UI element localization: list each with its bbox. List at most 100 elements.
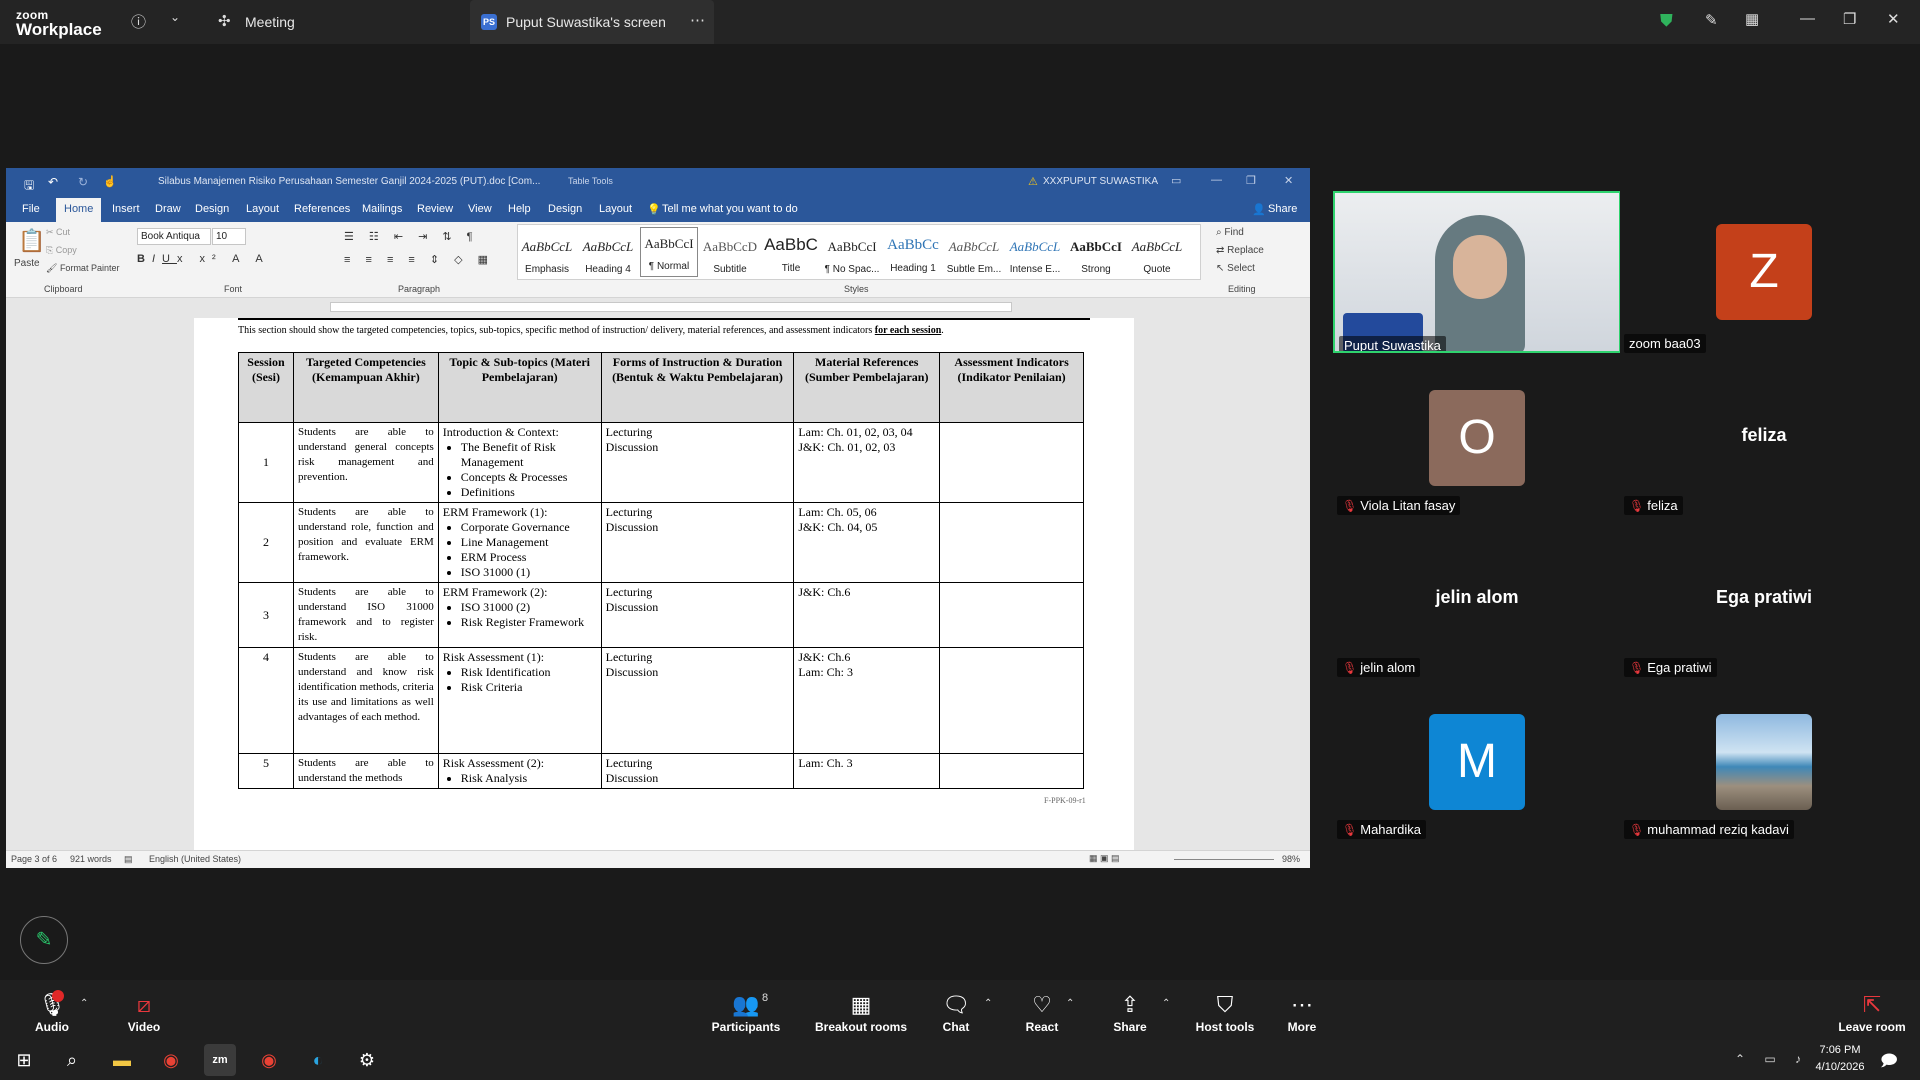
leave-room-button[interactable]: ⇱ Leave room bbox=[1836, 980, 1908, 1040]
ribbon-display-icon[interactable]: ▭ bbox=[1171, 174, 1181, 187]
chrome-icon[interactable]: ◉ bbox=[155, 1044, 187, 1076]
list-icons[interactable]: ☰ ☷ ⇤ ⇥ ⇅ ¶ bbox=[344, 230, 479, 243]
save-icon[interactable]: 🖫 bbox=[24, 176, 34, 197]
tab-view[interactable]: View bbox=[468, 203, 492, 215]
cut-button[interactable]: ✂ Cut bbox=[46, 227, 70, 238]
word-restore-icon[interactable]: ❐ bbox=[1246, 174, 1256, 187]
style-heading-1[interactable]: AaBbCc Heading 1 bbox=[884, 231, 942, 281]
style-subtitle[interactable]: AaBbCcD Subtitle bbox=[701, 231, 759, 281]
tab-mailings[interactable]: Mailings bbox=[362, 203, 402, 215]
chevron-down-icon[interactable]: ⌄ bbox=[170, 10, 180, 24]
replace-button[interactable]: ⇄ Replace bbox=[1216, 245, 1264, 256]
meeting-tab[interactable]: Meeting bbox=[245, 14, 295, 30]
style-intense-emphasis[interactable]: AaBbCcL Intense E... bbox=[1006, 231, 1064, 281]
chat-button[interactable]: 🗨 Chat bbox=[938, 980, 974, 1040]
word-close-icon[interactable]: ✕ bbox=[1284, 174, 1293, 187]
tab-table-design[interactable]: Design bbox=[548, 203, 582, 215]
participant-tile-reziq[interactable]: 🎙 muhammad reziq kadavi bbox=[1620, 677, 1908, 839]
participant-tile-viola[interactable]: O 🎙 Viola Litan fasay bbox=[1333, 353, 1621, 515]
participant-tile-feliza[interactable]: feliza 🎙 feliza bbox=[1620, 353, 1908, 515]
tell-me-box[interactable]: Tell me what you want to do bbox=[662, 203, 798, 215]
style-normal[interactable]: AaBbCcI ¶ Normal bbox=[640, 227, 698, 277]
view-layout-icon[interactable]: ▦ bbox=[1745, 10, 1759, 28]
edge-icon[interactable]: ◐ bbox=[302, 1044, 334, 1076]
audio-button[interactable]: 🎙 Audio bbox=[24, 980, 80, 1040]
tab-insert[interactable]: Insert bbox=[112, 203, 140, 215]
font-size-box[interactable]: 10 bbox=[212, 228, 246, 245]
host-tools-button[interactable]: ⛉ Host tools bbox=[1190, 980, 1260, 1040]
touch-mode-icon[interactable]: ☝ bbox=[103, 175, 117, 188]
style-quote[interactable]: AaBbCcL Quote bbox=[1128, 231, 1186, 281]
clock-date[interactable]: 4/10/2026 bbox=[1803, 1061, 1877, 1073]
word-share-button[interactable]: Share bbox=[1268, 203, 1297, 215]
redo-icon[interactable]: ↻ bbox=[78, 175, 88, 189]
search-icon[interactable]: ⌕ bbox=[56, 1044, 88, 1076]
zoom-level[interactable]: 98% bbox=[1282, 854, 1300, 864]
participant-tile-puput[interactable]: Puput Suwastika bbox=[1333, 191, 1621, 353]
participant-tile-zoom-baa03[interactable]: Z zoom baa03 bbox=[1620, 191, 1908, 353]
video-button[interactable]: ⧄ Video bbox=[118, 980, 170, 1040]
tab-design[interactable]: Design bbox=[195, 203, 229, 215]
annotate-pen-icon[interactable]: ✎ bbox=[1705, 11, 1718, 29]
tab-home[interactable]: Home bbox=[56, 198, 102, 222]
participant-tile-jelin[interactable]: jelin alom 🎙 jelin alom bbox=[1333, 515, 1621, 677]
participant-tile-ega[interactable]: Ega pratiwi 🎙 Ega pratiwi bbox=[1620, 515, 1908, 677]
zoom-slider[interactable] bbox=[1174, 859, 1274, 860]
tab-help[interactable]: Help bbox=[508, 203, 531, 215]
tab-review[interactable]: Review bbox=[417, 203, 453, 215]
page-indicator[interactable]: Page 3 of 6 bbox=[11, 854, 57, 864]
horizontal-ruler[interactable] bbox=[6, 298, 1310, 316]
view-mode-icons[interactable]: ▦ ▣ ▤ bbox=[1089, 853, 1120, 864]
style-heading-4[interactable]: AaBbCcL Heading 4 bbox=[579, 231, 637, 281]
language-indicator[interactable]: English (United States) bbox=[149, 854, 241, 864]
share-caret-icon[interactable]: ⌃ bbox=[1162, 998, 1170, 1009]
react-caret-icon[interactable]: ⌃ bbox=[1066, 998, 1074, 1009]
annotate-pencil-button[interactable]: ✎ bbox=[20, 916, 68, 964]
style-subtle-emphasis[interactable]: AaBbCcL Subtle Em... bbox=[945, 231, 1003, 281]
font-name-box[interactable]: Book Antiqua bbox=[137, 228, 211, 245]
file-explorer-icon[interactable]: ▬ bbox=[106, 1044, 138, 1076]
chat-caret-icon[interactable]: ⌃ bbox=[984, 998, 992, 1009]
format-painter-button[interactable]: 🖌 Format Painter bbox=[46, 263, 119, 274]
breakout-rooms-button[interactable]: ▦ Breakout rooms bbox=[814, 980, 908, 1040]
align-icons[interactable]: ≡ ≡ ≡ ≡ ⇕ ◇ ▦ bbox=[344, 253, 494, 266]
zoom-app-icon[interactable]: zm bbox=[204, 1044, 236, 1076]
participants-button[interactable]: 👥 Participants bbox=[706, 980, 786, 1040]
document-page[interactable]: This section should show the targeted co… bbox=[194, 318, 1134, 868]
undo-icon[interactable]: ↶ bbox=[48, 175, 58, 189]
font-format-icons[interactable]: BIUx x² A A bbox=[137, 253, 270, 265]
copy-button[interactable]: ⎘ Copy bbox=[46, 245, 77, 256]
close-icon[interactable]: ✕ bbox=[1887, 10, 1900, 28]
word-count[interactable]: 921 words bbox=[70, 854, 112, 864]
more-options-icon[interactable]: ⋯ bbox=[690, 11, 705, 29]
react-button[interactable]: ♡ React bbox=[1024, 980, 1060, 1040]
chrome-profile-icon[interactable]: ◉ bbox=[253, 1044, 285, 1076]
minimize-icon[interactable]: — bbox=[1800, 10, 1815, 27]
system-tray-icons[interactable]: ⌃ ▭ ♪ bbox=[1735, 1052, 1809, 1066]
select-button[interactable]: ↖ Select bbox=[1216, 263, 1255, 274]
proofing-icon[interactable]: ▤ bbox=[124, 854, 133, 865]
audio-caret-icon[interactable]: ⌃ bbox=[80, 998, 88, 1009]
clock-time[interactable]: 7:06 PM bbox=[1810, 1044, 1870, 1056]
restore-icon[interactable]: ❐ bbox=[1843, 10, 1856, 28]
more-button[interactable]: ⋯ More bbox=[1280, 980, 1324, 1040]
settings-icon[interactable]: ⚙ bbox=[351, 1044, 383, 1076]
info-icon[interactable]: ⓘ bbox=[131, 11, 146, 32]
meeting-icon[interactable]: ✣ bbox=[218, 12, 231, 30]
tab-references[interactable]: References bbox=[294, 203, 350, 215]
style-title[interactable]: AaBbC Title bbox=[762, 231, 820, 281]
windows-start-icon[interactable]: ⊞ bbox=[8, 1044, 40, 1076]
share-button[interactable]: ⇪ Share bbox=[1112, 980, 1148, 1040]
tab-draw[interactable]: Draw bbox=[155, 203, 181, 215]
paste-button[interactable]: Paste bbox=[14, 258, 40, 269]
paste-icon[interactable]: 📋 bbox=[18, 228, 45, 254]
style-strong[interactable]: AaBbCcI Strong bbox=[1067, 231, 1125, 281]
shield-icon[interactable]: ⛊ bbox=[1660, 11, 1673, 31]
word-minimize-icon[interactable]: — bbox=[1211, 174, 1222, 186]
style-no-spacing[interactable]: AaBbCcI ¶ No Spac... bbox=[823, 231, 881, 281]
style-emphasis[interactable]: AaBbCcL Emphasis bbox=[518, 231, 576, 281]
tab-table-layout[interactable]: Layout bbox=[599, 203, 632, 215]
tab-file[interactable]: File bbox=[22, 203, 40, 215]
tab-layout[interactable]: Layout bbox=[246, 203, 279, 215]
notifications-icon[interactable]: 🗩 bbox=[1880, 1050, 1898, 1077]
